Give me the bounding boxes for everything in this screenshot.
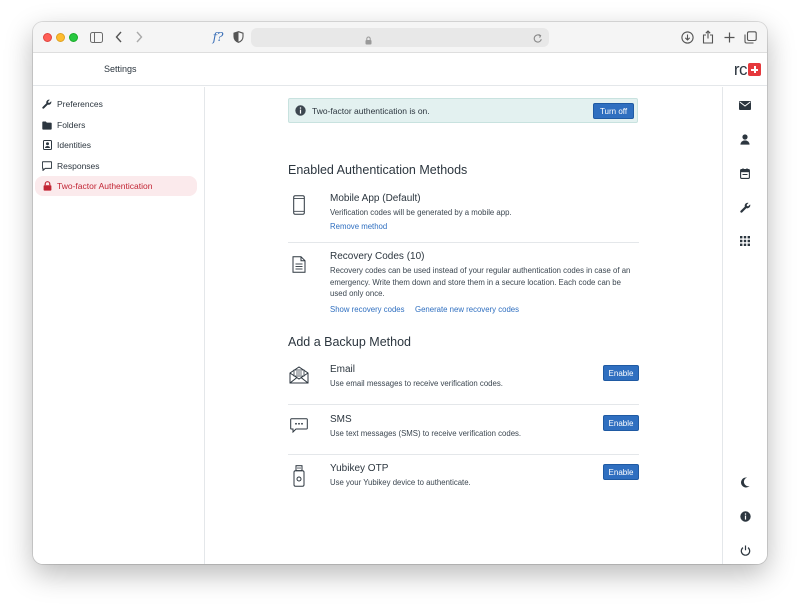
sidebar-item-identities[interactable]: Identities — [35, 135, 197, 155]
method-sms: SMS Use text messages (SMS) to receive v… — [288, 414, 639, 444]
id-card-icon — [37, 140, 57, 150]
browser-toolbar: f? — [33, 22, 767, 53]
address-bar[interactable] — [251, 28, 549, 47]
divider — [288, 454, 639, 455]
calendar-icon[interactable] — [737, 165, 753, 181]
settings-sidebar: Preferences Folders Identities Responses… — [33, 87, 205, 564]
method-description: Recovery codes can be used instead of yo… — [330, 266, 631, 299]
apps-grid-icon[interactable] — [737, 233, 753, 249]
usb-key-icon — [288, 465, 310, 487]
sms-message-icon — [288, 418, 310, 433]
lock-icon — [37, 181, 57, 191]
info-icon — [294, 105, 306, 117]
enable-email-button[interactable]: Enable — [603, 365, 639, 381]
sidebar-item-label: Identities — [57, 140, 92, 150]
method-email: Email Use email messages to receive veri… — [288, 364, 639, 394]
about-info-icon[interactable] — [737, 508, 753, 524]
forward-arrow-icon[interactable] — [131, 29, 147, 45]
reload-icon[interactable] — [533, 31, 543, 49]
divider — [288, 242, 639, 243]
back-arrow-icon[interactable] — [111, 29, 127, 45]
wrench-icon — [37, 99, 57, 109]
sidebar-item-two-factor-authentication[interactable]: Two-factor Authentication — [35, 176, 197, 196]
roundcube-logo[interactable]: rc — [734, 61, 761, 78]
share-icon[interactable] — [700, 29, 716, 45]
method-description: Verification codes will be generated by … — [330, 208, 512, 217]
method-recovery-codes: Recovery Codes (10) Recovery codes can b… — [288, 251, 639, 321]
main-content: Two-factor authentication is on. Turn of… — [206, 87, 721, 564]
backup-methods-heading: Add a Backup Method — [288, 335, 411, 349]
new-tab-plus-icon[interactable] — [721, 29, 737, 45]
lock-icon — [365, 32, 372, 50]
sidebar-item-label: Responses — [57, 161, 100, 171]
method-description: Use text messages (SMS) to receive verif… — [330, 429, 522, 438]
two-factor-status-notice: Two-factor authentication is on. Turn of… — [288, 98, 638, 123]
settings-wrench-icon[interactable] — [737, 199, 753, 215]
divider — [288, 404, 639, 405]
logout-power-icon[interactable] — [737, 542, 753, 558]
method-title: Yubikey OTP — [330, 463, 389, 474]
method-title: Mobile App (Default) — [330, 193, 421, 204]
sidebar-item-label: Folders — [57, 120, 86, 130]
app-header: Settings rc — [33, 54, 767, 86]
sidebar-item-label: Two-factor Authentication — [57, 181, 153, 191]
method-title: Recovery Codes (10) — [330, 251, 425, 262]
notice-text: Two-factor authentication is on. — [312, 105, 430, 116]
close-window-button[interactable] — [43, 33, 52, 42]
zoom-window-button[interactable] — [69, 33, 78, 42]
dark-mode-moon-icon[interactable] — [737, 474, 753, 490]
method-description: Use email messages to receive verificati… — [330, 379, 503, 388]
turn-off-button[interactable]: Turn off — [593, 103, 634, 119]
comment-icon — [37, 161, 57, 171]
sidebar-item-preferences[interactable]: Preferences — [35, 94, 197, 114]
right-taskbar — [722, 87, 767, 564]
tab-overview-icon[interactable] — [742, 29, 758, 45]
download-icon[interactable] — [679, 29, 695, 45]
folder-icon — [37, 121, 57, 130]
sidebar-item-responses[interactable]: Responses — [35, 156, 197, 176]
function-extension-icon[interactable]: f? — [209, 29, 227, 45]
browser-window: f? Settings rc Preferences Folders Ident… — [33, 22, 767, 564]
mail-icon[interactable] — [737, 97, 753, 113]
sidebar-item-label: Preferences — [57, 99, 103, 109]
enable-sms-button[interactable]: Enable — [603, 415, 639, 431]
logo-text: rc — [733, 60, 748, 79]
minimize-window-button[interactable] — [56, 33, 65, 42]
document-icon — [288, 256, 310, 273]
privacy-shield-icon[interactable] — [230, 29, 246, 45]
sidebar-item-folders[interactable]: Folders — [35, 115, 197, 135]
contacts-person-icon[interactable] — [737, 131, 753, 147]
show-recovery-codes-link[interactable]: Show recovery codes — [330, 305, 405, 314]
mobile-phone-icon — [288, 195, 310, 215]
logo-plus-icon — [748, 63, 761, 76]
remove-method-link[interactable]: Remove method — [330, 222, 387, 231]
page-title: Settings — [104, 64, 137, 74]
method-description: Use your Yubikey device to authenticate. — [330, 478, 471, 487]
method-title: Email — [330, 364, 356, 375]
envelope-open-icon — [288, 366, 310, 384]
sidebar-toggle-icon[interactable] — [88, 29, 104, 45]
enabled-methods-heading: Enabled Authentication Methods — [288, 163, 468, 177]
method-title: SMS — [330, 414, 352, 425]
method-yubikey: Yubikey OTP Use your Yubikey device to a… — [288, 463, 639, 493]
generate-recovery-codes-link[interactable]: Generate new recovery codes — [415, 305, 519, 314]
enable-yubikey-button[interactable]: Enable — [603, 464, 639, 480]
method-mobile-app: Mobile App (Default) Verification codes … — [288, 193, 639, 241]
